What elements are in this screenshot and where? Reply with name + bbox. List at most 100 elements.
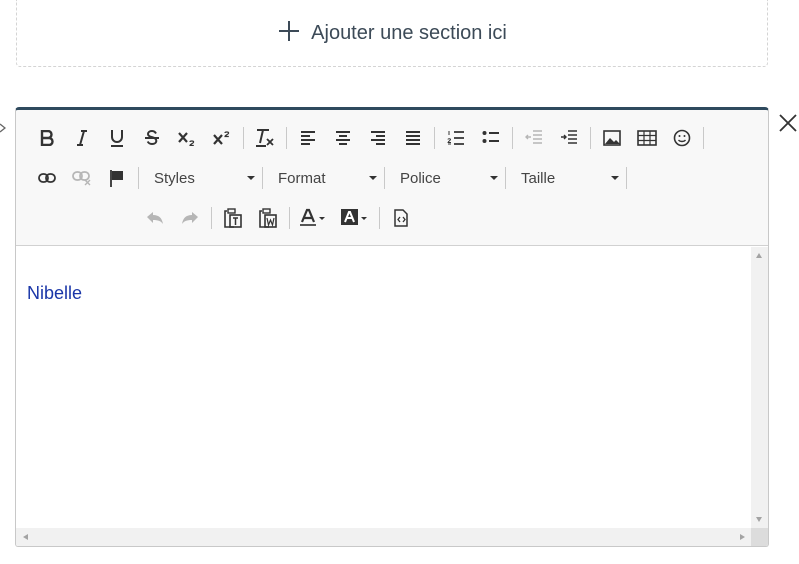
numbered-list-icon	[447, 131, 464, 145]
styles-dropdown[interactable]: Styles	[145, 165, 261, 191]
superscript-icon	[213, 131, 230, 145]
align-left-icon	[301, 131, 315, 145]
toolbar-separator	[243, 127, 244, 149]
vertical-scrollbar[interactable]	[751, 247, 768, 528]
add-section-label: Ajouter une section ici	[311, 21, 507, 44]
toolbar-separator	[626, 167, 627, 189]
unlink-button[interactable]	[67, 164, 97, 192]
indent-button[interactable]	[554, 124, 584, 152]
background-color-icon	[341, 209, 367, 225]
paste-text-icon	[224, 208, 242, 228]
text-color-icon	[300, 208, 325, 226]
align-right-icon	[371, 131, 385, 145]
drag-handle-icon[interactable]	[0, 114, 6, 142]
bold-button[interactable]	[32, 124, 62, 152]
horizontal-scrollbar[interactable]	[16, 528, 751, 546]
chevron-down-icon	[369, 176, 377, 180]
background-color-button[interactable]	[337, 204, 373, 232]
format-dropdown-label: Format	[278, 169, 326, 187]
toolbar-row-1	[32, 121, 710, 155]
bullet-list-button[interactable]	[476, 124, 506, 152]
outdent-icon	[525, 130, 542, 144]
justify-icon	[406, 131, 420, 145]
close-icon[interactable]	[778, 113, 798, 133]
outdent-button[interactable]	[519, 124, 549, 152]
toolbar-separator	[262, 167, 263, 189]
toolbar-separator	[512, 127, 513, 149]
toolbar-separator	[505, 167, 506, 189]
size-dropdown-label: Taille	[521, 169, 556, 187]
editor-text: Nibelle	[27, 283, 83, 303]
font-dropdown[interactable]: Police	[391, 165, 504, 191]
source-code-icon	[394, 209, 408, 227]
format-dropdown[interactable]: Format	[269, 165, 383, 191]
scroll-down-icon[interactable]	[756, 517, 762, 522]
underline-button[interactable]	[102, 124, 132, 152]
undo-icon	[147, 212, 163, 224]
scroll-right-icon[interactable]	[740, 534, 745, 540]
paste-word-button[interactable]	[253, 204, 283, 232]
table-icon	[637, 130, 657, 146]
chevron-down-icon	[490, 176, 498, 180]
numbered-list-button[interactable]	[441, 124, 471, 152]
toolbar-separator	[211, 207, 212, 229]
toolbar-separator	[384, 167, 385, 189]
align-left-button[interactable]	[293, 124, 323, 152]
subscript-icon	[178, 132, 195, 146]
subscript-button[interactable]	[172, 124, 202, 152]
align-center-icon	[336, 131, 350, 145]
remove-format-button[interactable]	[250, 124, 280, 152]
text-color-button[interactable]	[296, 204, 332, 232]
toolbar-separator	[590, 127, 591, 149]
chevron-down-icon	[611, 176, 619, 180]
toolbar-separator	[286, 127, 287, 149]
editor-toolbar: Styles Format Police Taille	[16, 110, 768, 246]
insert-image-button[interactable]	[597, 124, 627, 152]
plus-icon	[279, 21, 300, 41]
italic-icon	[77, 130, 87, 146]
underline-icon	[111, 130, 123, 147]
font-dropdown-label: Police	[400, 169, 441, 187]
toolbar-separator	[703, 127, 704, 149]
toolbar-separator	[379, 207, 380, 229]
editor-content-area[interactable]: Nibelle	[16, 247, 751, 528]
toolbar-row-2: Styles Format Police Taille	[32, 161, 633, 195]
add-section-button[interactable]: Ajouter une section ici	[16, 0, 768, 67]
toolbar-separator	[434, 127, 435, 149]
superscript-button[interactable]	[207, 124, 237, 152]
insert-emoji-button[interactable]	[667, 124, 697, 152]
resize-corner[interactable]	[751, 528, 768, 546]
indent-icon	[561, 130, 577, 144]
align-right-button[interactable]	[363, 124, 393, 152]
link-icon	[38, 173, 56, 183]
strikethrough-icon	[145, 130, 159, 146]
redo-button[interactable]	[175, 204, 205, 232]
strikethrough-button[interactable]	[137, 124, 167, 152]
unlink-icon	[72, 171, 91, 186]
italic-button[interactable]	[67, 124, 97, 152]
redo-icon	[182, 212, 198, 224]
paste-text-button[interactable]	[218, 204, 248, 232]
remove-format-icon	[256, 129, 274, 147]
scroll-left-icon[interactable]	[23, 534, 28, 540]
styles-dropdown-label: Styles	[154, 169, 195, 187]
justify-button[interactable]	[398, 124, 428, 152]
source-code-button[interactable]	[386, 204, 416, 232]
undo-button[interactable]	[140, 204, 170, 232]
rich-text-editor: Styles Format Police Taille Nibelle	[15, 107, 769, 547]
insert-link-button[interactable]	[32, 164, 62, 192]
bullet-list-icon	[482, 131, 499, 143]
toolbar-separator	[138, 167, 139, 189]
toolbar-separator	[289, 207, 290, 229]
flag-icon	[110, 170, 123, 187]
size-dropdown[interactable]: Taille	[512, 165, 625, 191]
insert-table-button[interactable]	[632, 124, 662, 152]
paste-word-icon	[259, 208, 277, 228]
chevron-down-icon	[247, 176, 255, 180]
scroll-up-icon[interactable]	[756, 253, 762, 258]
align-center-button[interactable]	[328, 124, 358, 152]
smiley-icon	[673, 129, 691, 147]
bold-icon	[40, 130, 54, 146]
image-icon	[603, 130, 621, 146]
anchor-button[interactable]	[102, 164, 132, 192]
